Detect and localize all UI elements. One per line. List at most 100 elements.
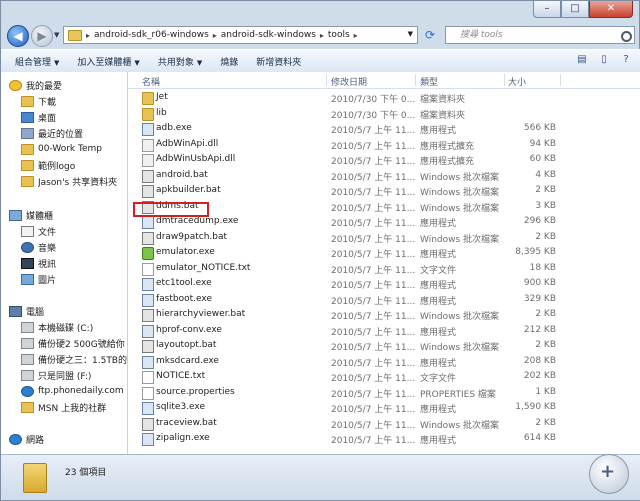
table-row[interactable]: etc1tool.exe 2010/5/7 上午 11... 應用程式 900 KB xyxy=(128,276,628,291)
column-divider[interactable] xyxy=(326,74,327,86)
table-row[interactable]: Jet 2010/7/30 下午 0... 檔案資料夾 xyxy=(128,90,628,105)
column-divider[interactable] xyxy=(415,74,416,86)
nav-item-backup-1-5tb[interactable]: 備份硬之三：1.5TB的 xyxy=(21,352,127,366)
table-row[interactable]: apkbuilder.bat 2010/5/7 上午 11... Windows 批… xyxy=(128,183,628,198)
refresh-icon[interactable]: ⟳ xyxy=(421,28,439,44)
table-row[interactable]: hierarchyviewer.bat 2010/5/7 上午 11... Wind… xyxy=(128,307,628,322)
nav-label: Jason's 共享資料夾 xyxy=(38,177,118,188)
nav-network[interactable]: 網路 xyxy=(9,432,127,446)
table-row[interactable]: NOTICE.txt 2010/5/7 上午 11... 文字文件 202 KB xyxy=(128,369,628,384)
column-divider[interactable] xyxy=(560,74,561,86)
nav-item-music[interactable]: 音樂 xyxy=(21,240,127,254)
zoom-magnifier-icon[interactable]: + xyxy=(589,454,629,494)
search-icon[interactable] xyxy=(621,31,632,42)
breadcrumb-separator-icon[interactable]: ▸ xyxy=(86,31,90,40)
table-row[interactable]: traceview.bat 2010/5/7 上午 11... Windows 批次… xyxy=(128,416,628,431)
explorer-window: – □ ✕ ◀ ▶ ▼ ▸ android-sdk_r06-windows ▸ … xyxy=(0,0,640,501)
file-name: traceview.bat xyxy=(156,417,217,428)
new-folder-button[interactable]: 新增資料夾 xyxy=(256,55,301,68)
table-row[interactable]: mksdcard.exe 2010/5/7 上午 11... 應用程式 208 KB xyxy=(128,354,628,369)
column-size[interactable]: 大小 xyxy=(508,75,526,88)
breadcrumb-separator-icon[interactable]: ▸ xyxy=(320,31,324,40)
table-row[interactable]: layoutopt.bat 2010/5/7 上午 11... Windows 批次… xyxy=(128,338,628,353)
column-divider[interactable] xyxy=(504,74,505,86)
nav-item-recent[interactable]: 最近的位置 xyxy=(21,126,127,140)
desktop-icon xyxy=(21,111,34,123)
column-date[interactable]: 修改日期 xyxy=(331,75,367,88)
address-bar[interactable]: ▸ android-sdk_r06-windows ▸ android-sdk-… xyxy=(63,26,418,44)
navigation-pane: 我的最愛 下載 桌面 最近的位置 00-Work Temp 範例logo Jas… xyxy=(1,72,128,456)
nav-item-drive-f[interactable]: 只是同盟 (F:) xyxy=(21,368,127,382)
ftp-globe-icon xyxy=(21,385,34,397)
nav-item-drive-c[interactable]: 本機磁碟 (C:) xyxy=(21,320,127,334)
file-type: 應用程式擴充 xyxy=(420,157,475,167)
search-input[interactable]: 搜尋 tools xyxy=(445,26,635,44)
application-icon xyxy=(142,216,154,229)
close-button[interactable]: ✕ xyxy=(589,1,633,18)
back-button[interactable]: ◀ xyxy=(7,25,29,47)
file-size: 296 KB xyxy=(523,216,556,226)
nav-item-msn[interactable]: MSN 上我的社群 xyxy=(21,400,127,414)
batch-file-icon xyxy=(142,309,154,322)
organize-menu[interactable]: 組合管理 ▼ xyxy=(15,55,59,68)
file-date: 2010/7/30 下午 0... xyxy=(331,95,416,105)
table-row[interactable]: adb.exe 2010/5/7 上午 11... 應用程式 566 KB xyxy=(128,121,628,136)
nav-item-backup-500g[interactable]: 備份硬2 500G號給你 xyxy=(21,336,127,350)
breadcrumb-item[interactable]: android-sdk_r06-windows xyxy=(94,30,209,40)
nav-label: 範例logo xyxy=(38,161,76,172)
file-date: 2010/5/7 上午 11... xyxy=(331,203,416,214)
nav-libraries[interactable]: 媒體櫃 xyxy=(9,208,127,222)
nav-item-desktop[interactable]: 桌面 xyxy=(21,110,127,124)
forward-button[interactable]: ▶ xyxy=(31,25,53,47)
table-row[interactable]: lib 2010/7/30 下午 0... 檔案資料夾 xyxy=(128,106,628,121)
file-size: 614 KB xyxy=(523,433,556,443)
maximize-button[interactable]: □ xyxy=(561,1,589,18)
nav-item-ftp[interactable]: ftp.phonedaily.com xyxy=(21,384,127,398)
column-type[interactable]: 類型 xyxy=(420,75,438,88)
nav-label: 本機磁碟 (C:) xyxy=(38,323,94,334)
breadcrumb-separator-icon[interactable]: ▸ xyxy=(213,31,217,40)
table-row[interactable]: AdbWinUsbApi.dll 2010/5/7 上午 11... 應用程式擴充 6… xyxy=(128,152,628,167)
table-row[interactable]: emulator_NOTICE.txt 2010/5/7 上午 11... 文字文件… xyxy=(128,261,628,276)
history-dropdown-icon[interactable]: ▼ xyxy=(54,31,59,39)
table-row[interactable]: zipalign.exe 2010/5/7 上午 11... 應用程式 614 KB xyxy=(128,431,628,446)
share-with-menu[interactable]: 共用對象 ▼ xyxy=(158,55,202,68)
breadcrumb-item[interactable]: android-sdk-windows xyxy=(221,30,316,40)
help-icon[interactable]: ? xyxy=(619,54,633,66)
nav-item-videos[interactable]: 視訊 xyxy=(21,256,127,270)
file-size: 900 KB xyxy=(523,278,556,288)
table-row[interactable]: emulator.exe 2010/5/7 上午 11... 應用程式 8,395 K… xyxy=(128,245,628,260)
nav-item-shared[interactable]: Jason's 共享資料夾 xyxy=(21,174,127,188)
nav-item-logo[interactable]: 範例logo xyxy=(21,158,127,172)
table-row[interactable]: fastboot.exe 2010/5/7 上午 11... 應用程式 329 KB xyxy=(128,292,628,307)
table-row[interactable]: android.bat 2010/5/7 上午 11... Windows 批次檔案… xyxy=(128,168,628,183)
burn-button[interactable]: 燒錄 xyxy=(220,55,238,68)
file-size: 2 KB xyxy=(535,231,556,242)
nav-favorites[interactable]: 我的最愛 xyxy=(9,78,127,92)
nav-item-downloads[interactable]: 下載 xyxy=(21,94,127,108)
file-type: PROPERTIES 檔案 xyxy=(420,389,496,400)
breadcrumb-item[interactable]: tools xyxy=(328,30,350,40)
star-icon xyxy=(9,79,22,91)
minimize-button[interactable]: – xyxy=(533,1,561,18)
column-name[interactable]: 名稱 xyxy=(142,75,160,88)
table-row[interactable]: hprof-conv.exe 2010/5/7 上午 11... 應用程式 212 K… xyxy=(128,323,628,338)
table-row[interactable]: AdbWinApi.dll 2010/5/7 上午 11... 應用程式擴充 94 K… xyxy=(128,137,628,152)
table-row[interactable]: source.properties 2010/5/7 上午 11... PROPER… xyxy=(128,385,628,400)
nav-item-work-temp[interactable]: 00-Work Temp xyxy=(21,142,127,156)
file-date: 2010/5/7 上午 11... xyxy=(331,157,416,167)
table-row[interactable]: sqlite3.exe 2010/5/7 上午 11... 應用程式 1,590 KB xyxy=(128,400,628,415)
nav-item-documents[interactable]: 文件 xyxy=(21,224,127,238)
file-size: 2 KB xyxy=(535,417,556,428)
file-name: AdbWinUsbApi.dll xyxy=(156,154,236,164)
add-to-library-menu[interactable]: 加入至媒體櫃 ▼ xyxy=(77,55,139,68)
nav-computer[interactable]: 電腦 xyxy=(9,304,127,318)
folder-icon xyxy=(21,159,34,171)
view-options-icon[interactable]: ▤ xyxy=(575,54,589,66)
nav-item-pictures[interactable]: 圖片 xyxy=(21,272,127,286)
file-size: 8,395 KB xyxy=(515,247,556,257)
preview-pane-icon[interactable]: ▯ xyxy=(597,54,611,66)
table-row[interactable]: draw9patch.bat 2010/5/7 上午 11... Windows 批… xyxy=(128,230,628,245)
breadcrumb-separator-icon[interactable]: ▸ xyxy=(354,31,358,40)
address-dropdown-icon[interactable]: ▼ xyxy=(408,30,413,38)
